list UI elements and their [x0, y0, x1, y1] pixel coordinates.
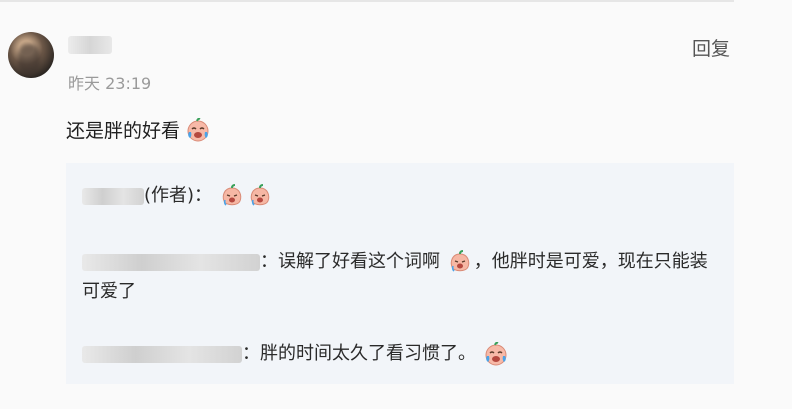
reply-item: 阿(作者)： — [82, 181, 274, 211]
reply-separator: ： — [194, 185, 213, 206]
reply-text: 误解了好看这个词啊 — [278, 251, 440, 272]
reply-separator: ： — [260, 251, 278, 272]
comment-body: 还是胖的好看 — [66, 116, 212, 143]
reply-text: 胖的时间太久了看习惯了。 — [260, 343, 476, 364]
reply-author[interactable] — [82, 345, 242, 363]
peach-cry-emoji-icon — [448, 250, 472, 274]
author-tag: (作者) — [144, 185, 195, 206]
reply-item: ：胖的时间太久了看习惯了。 — [82, 339, 510, 369]
comment-text: 还是胖的好看 — [66, 120, 181, 142]
reply-separator: ： — [242, 343, 260, 364]
replies-panel: 阿(作者)： ：误解了好看这个词啊 ，他胖时是可爱，现在只能装可爱了 ：胖的时间… — [66, 163, 734, 384]
crying-laughing-emoji-icon — [484, 342, 508, 366]
reply-item: ：误解了好看这个词啊 ，他胖时是可爱，现在只能装可爱了 — [82, 247, 722, 307]
peach-cry-emoji-icon — [248, 184, 272, 208]
reply-author[interactable] — [82, 253, 260, 271]
avatar[interactable] — [8, 32, 54, 78]
top-divider — [0, 0, 734, 2]
reply-button[interactable]: 回复 — [692, 34, 730, 61]
reply-author[interactable]: 阿 — [82, 187, 144, 205]
comment-author[interactable]: ul — [68, 36, 112, 54]
crying-laughing-emoji-icon — [186, 117, 210, 142]
comment-timestamp: 昨天 23:19 — [68, 74, 152, 93]
peach-cry-emoji-icon — [220, 184, 244, 208]
